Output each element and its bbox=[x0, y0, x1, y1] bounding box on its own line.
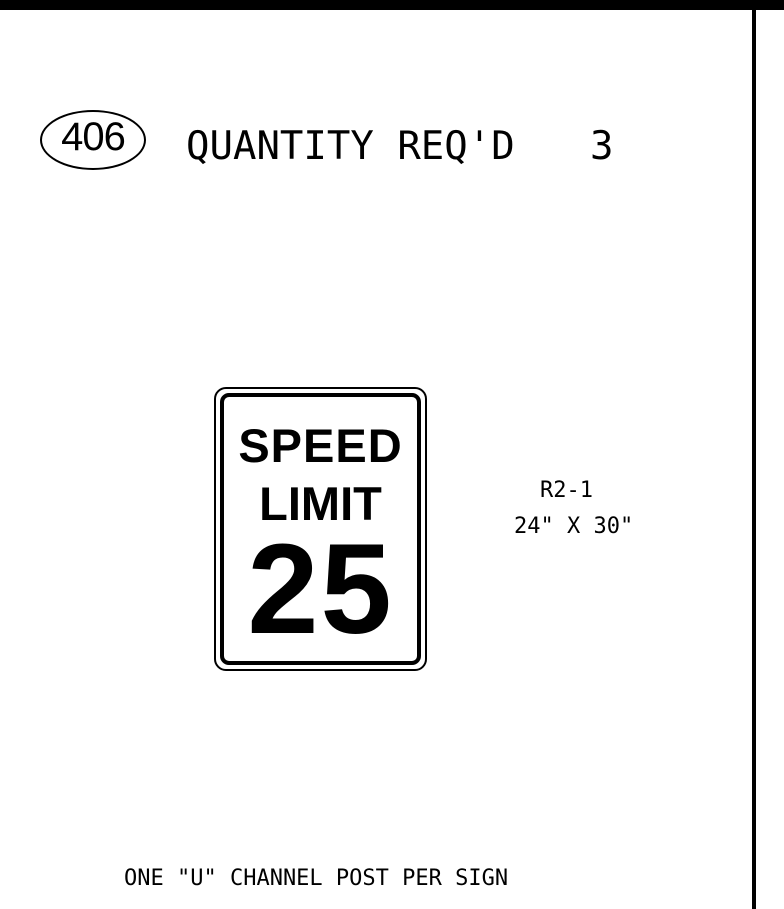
sign-text-speed: SPEED bbox=[238, 419, 403, 472]
sheet-right-border bbox=[752, 0, 756, 909]
sheet-top-border bbox=[0, 0, 784, 10]
item-number-oval: 406 bbox=[40, 110, 146, 170]
sign-code: R2-1 bbox=[540, 478, 593, 503]
sign-speed-value: 25 bbox=[247, 518, 394, 661]
speed-limit-sign: SPEED LIMIT 25 bbox=[214, 387, 427, 671]
quantity-label: QUANTITY REQ'D bbox=[186, 124, 515, 169]
sign-size: 24" X 30" bbox=[514, 514, 634, 539]
post-note: ONE "U" CHANNEL POST PER SIGN bbox=[124, 866, 509, 891]
item-number: 406 bbox=[61, 115, 126, 159]
quantity-value: 3 bbox=[590, 124, 614, 169]
sign-inner-border: SPEED LIMIT 25 bbox=[220, 393, 421, 665]
